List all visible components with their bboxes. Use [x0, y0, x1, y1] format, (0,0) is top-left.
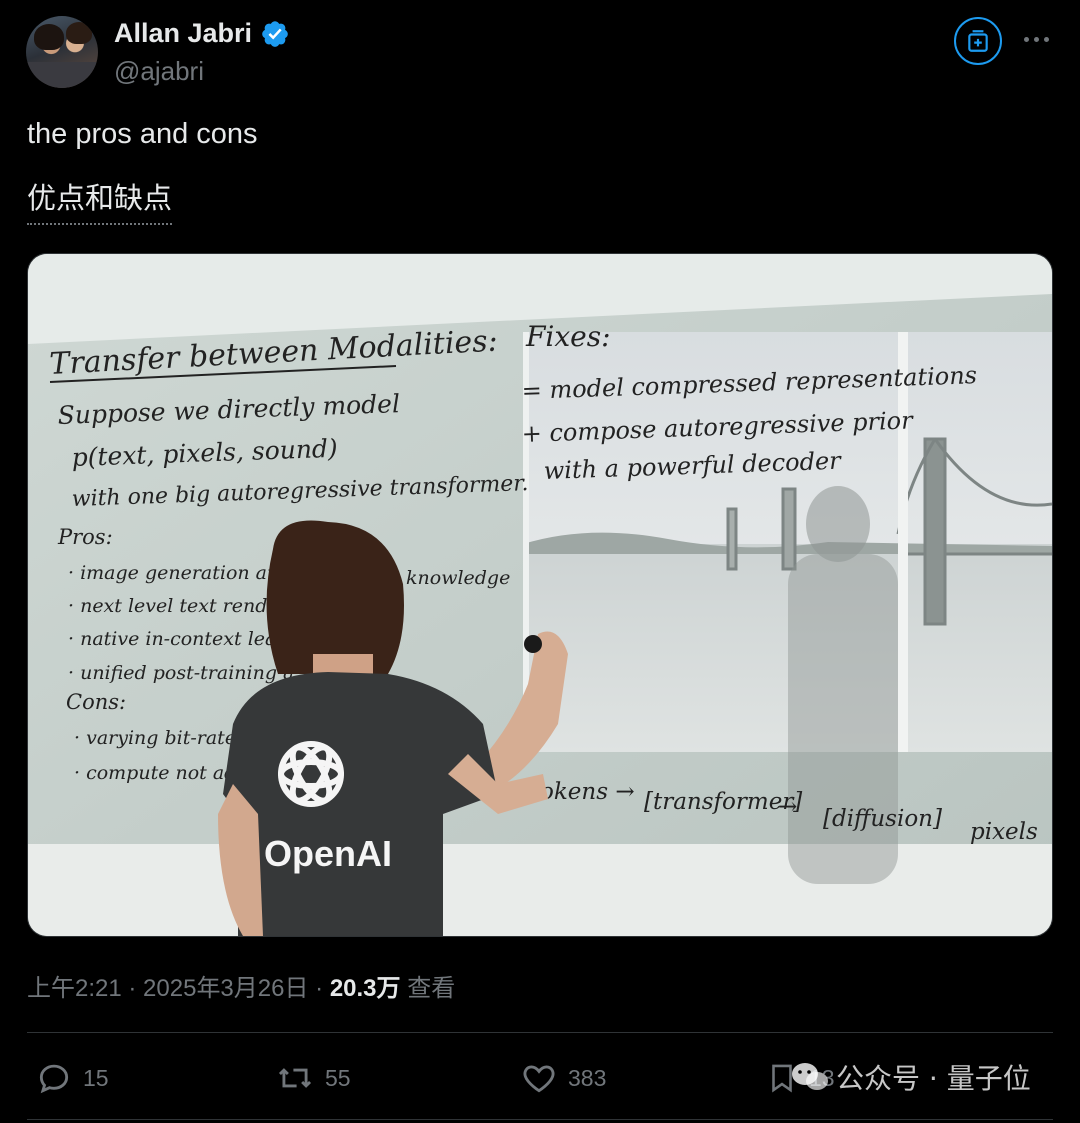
repost-count: 55	[325, 1064, 351, 1091]
author-handle[interactable]: @ajabri	[114, 56, 204, 87]
author-name-row[interactable]: Allan Jabri	[114, 18, 290, 49]
tweet-text: the pros and cons	[27, 118, 258, 150]
wb-con2: · compute not ada	[74, 762, 248, 784]
tweet-date[interactable]: 2025年3月26日	[143, 975, 308, 1002]
wb-pro3: · native in-context lear	[68, 628, 287, 650]
more-icon	[1023, 36, 1029, 42]
wechat-icon	[792, 1063, 828, 1090]
watermark-text: 公众号 · 量子位	[836, 1062, 1031, 1095]
reply-count: 15	[83, 1064, 109, 1091]
reply-button[interactable]: 15	[35, 1055, 109, 1101]
wb-pro1-tail: knowledge	[406, 567, 510, 589]
reply-icon	[39, 1064, 69, 1094]
meta-separator: ·	[308, 975, 330, 1002]
meta-separator: ·	[121, 975, 144, 1002]
view-label: 查看	[400, 975, 456, 1002]
shirt-logo-text: OpenAI	[264, 833, 392, 874]
wb-pipeline-arrow: →	[778, 794, 797, 820]
like-count: 383	[568, 1064, 607, 1091]
wb-fixes-label: Fixes:	[525, 320, 611, 353]
wechat-watermark: 公众号 · 量子位	[790, 1057, 1031, 1097]
author-name[interactable]: Allan Jabri	[114, 18, 252, 49]
subscribe-button[interactable]	[954, 17, 1002, 65]
wb-pro4: · unified post-training a	[68, 662, 294, 684]
divider	[27, 1119, 1053, 1120]
like-button[interactable]: 383	[520, 1055, 606, 1101]
wb-pipeline-pixels: pixels	[970, 819, 1038, 845]
like-icon	[523, 1065, 555, 1093]
subscribe-icon	[968, 30, 988, 52]
tweet-time[interactable]: 上午2:21	[27, 975, 122, 1002]
divider	[27, 1032, 1053, 1033]
tweet-meta: 上午2:21 · 2025年3月26日 · 20.3万 查看	[27, 968, 455, 1003]
wb-pipeline-tokens: okens →	[540, 779, 635, 805]
more-button[interactable]	[1018, 24, 1054, 54]
translation-text[interactable]: 优点和缺点	[27, 175, 173, 225]
wb-con1: · varying bit-rate a	[74, 727, 253, 749]
repost-button[interactable]: 55	[275, 1055, 351, 1101]
wb-pros-label: Pros:	[57, 525, 113, 549]
tweet-page: Allan Jabri @ajabri the pros and cons 优点…	[0, 0, 1080, 1123]
wb-cons-label: Cons:	[66, 690, 126, 714]
view-count: 20.3万	[329, 975, 401, 1002]
verified-badge-icon	[262, 20, 288, 47]
tweet-photo[interactable]: Transfer between Modalities: Suppose we …	[27, 253, 1053, 937]
wb-pipeline-diffusion: [diffusion]	[823, 806, 942, 832]
repost-icon	[278, 1068, 312, 1088]
avatar[interactable]	[26, 16, 98, 88]
